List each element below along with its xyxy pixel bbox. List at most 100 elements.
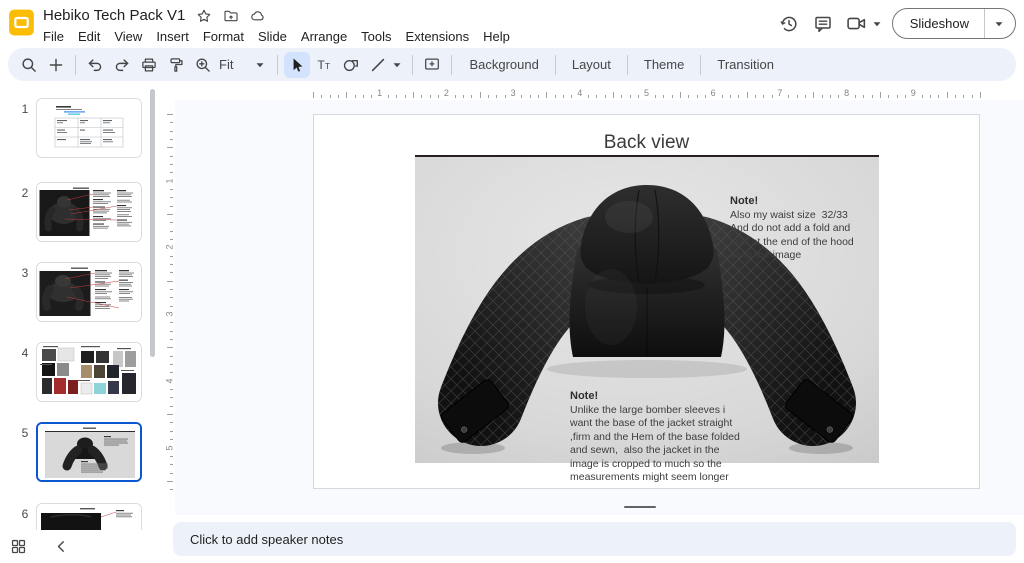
slide-number: 6 bbox=[18, 507, 32, 521]
note-bottom-body: Unlike the large bomber sleeves i want t… bbox=[570, 404, 740, 484]
theme-button[interactable]: Theme bbox=[633, 53, 695, 76]
thumbnail-preview[interactable] bbox=[36, 98, 142, 158]
menu-item-insert[interactable]: Insert bbox=[149, 27, 196, 46]
version-history-icon[interactable] bbox=[774, 9, 804, 39]
thumbnail-preview[interactable] bbox=[36, 503, 142, 530]
horizontal-ruler[interactable]: 123456789 bbox=[160, 85, 1024, 100]
paint-format-icon[interactable] bbox=[163, 52, 189, 78]
ruler-tick bbox=[170, 306, 174, 307]
insert-comment-icon[interactable] bbox=[419, 52, 445, 78]
note-top-textbox[interactable]: Note!Also my waist size 32/33 And do not… bbox=[730, 168, 875, 276]
slide-number: 5 bbox=[18, 426, 32, 440]
star-icon[interactable] bbox=[196, 8, 212, 24]
vertical-ruler[interactable]: 12345 bbox=[160, 100, 175, 515]
menu-item-view[interactable]: View bbox=[107, 27, 149, 46]
thumbnail-preview[interactable] bbox=[36, 422, 142, 482]
menubar: FileEditViewInsertFormatSlideArrangeTool… bbox=[36, 27, 774, 46]
move-to-folder-icon[interactable] bbox=[223, 8, 239, 24]
ruler-tick bbox=[830, 95, 831, 99]
ruler-tick bbox=[170, 431, 174, 432]
slide-thumbnail-1[interactable]: 1 bbox=[0, 98, 160, 164]
menu-item-extensions[interactable]: Extensions bbox=[399, 27, 477, 46]
ruler-tick bbox=[321, 95, 322, 99]
text-box-icon[interactable]: TT bbox=[311, 52, 337, 78]
select-tool-icon[interactable] bbox=[284, 52, 310, 78]
video-camera-icon[interactable] bbox=[842, 9, 872, 39]
slide-thumbnail-2[interactable]: 2 bbox=[0, 182, 160, 248]
line-tool-icon[interactable] bbox=[365, 52, 391, 78]
ruler-tick bbox=[455, 95, 456, 99]
slide-thumbnail-6[interactable]: 6 bbox=[0, 503, 160, 530]
transition-button[interactable]: Transition bbox=[706, 53, 785, 76]
ruler-tick bbox=[170, 189, 174, 190]
menu-item-edit[interactable]: Edit bbox=[71, 27, 107, 46]
ruler-tick bbox=[530, 95, 531, 99]
slide-title[interactable]: Back view bbox=[314, 132, 979, 154]
note-top-heading: Note! bbox=[730, 195, 875, 209]
slide-thumbnail-3[interactable]: 3 bbox=[0, 262, 160, 328]
collapse-filmstrip-icon[interactable] bbox=[53, 538, 70, 555]
ruler-tick bbox=[167, 414, 173, 415]
menu-item-arrange[interactable]: Arrange bbox=[294, 27, 354, 46]
ruler-tick bbox=[905, 95, 906, 99]
ruler-tick bbox=[772, 95, 773, 99]
ruler-mark: 2 bbox=[444, 88, 449, 98]
slide-thumbnail-4[interactable]: 4 bbox=[0, 342, 160, 408]
jacket-back-image[interactable]: Note!Also my waist size 32/33 And do not… bbox=[415, 157, 879, 463]
ruler-tick bbox=[170, 197, 174, 198]
ruler-tick bbox=[363, 95, 364, 99]
notes-resize-handle[interactable] bbox=[624, 506, 656, 508]
ruler-tick bbox=[938, 95, 939, 99]
note-bottom-textbox[interactable]: Note!Unlike the large bomber sleeves i w… bbox=[570, 363, 742, 498]
ruler-tick bbox=[838, 95, 839, 99]
speaker-notes-placeholder[interactable]: Click to add speaker notes bbox=[190, 532, 343, 547]
note-bottom-heading: Note! bbox=[570, 390, 742, 404]
zoom-dropdown-icon[interactable] bbox=[255, 60, 265, 70]
menu-item-format[interactable]: Format bbox=[196, 27, 251, 46]
ruler-tick bbox=[605, 95, 606, 99]
ruler-tick bbox=[170, 464, 174, 465]
undo-icon[interactable] bbox=[82, 52, 108, 78]
slide-thumbnail-5-selected[interactable]: 5 bbox=[0, 422, 160, 488]
slides-logo-icon[interactable] bbox=[8, 9, 35, 36]
comments-icon[interactable] bbox=[808, 9, 838, 39]
ruler-tick bbox=[388, 95, 389, 99]
speaker-notes-bar[interactable]: Click to add speaker notes bbox=[173, 522, 1016, 556]
filmstrip-scrollbar[interactable] bbox=[150, 89, 155, 357]
menu-item-file[interactable]: File bbox=[36, 27, 71, 46]
slideshow-dropdown-icon[interactable] bbox=[985, 9, 1015, 38]
ruler-mark: 6 bbox=[711, 88, 716, 98]
ruler-tick bbox=[167, 347, 173, 348]
slide-editor[interactable]: Back view bbox=[313, 114, 980, 489]
ruler-mark: 9 bbox=[911, 88, 916, 98]
ruler-tick bbox=[471, 95, 472, 99]
camera-dropdown-icon[interactable] bbox=[872, 19, 882, 29]
zoom-select[interactable]: Fit bbox=[217, 57, 271, 72]
ruler-mark: 4 bbox=[577, 88, 582, 98]
layout-button[interactable]: Layout bbox=[561, 53, 622, 76]
search-menus-icon[interactable] bbox=[16, 52, 42, 78]
shape-tool-icon[interactable] bbox=[338, 52, 364, 78]
meet-camera-group[interactable] bbox=[842, 9, 882, 39]
toolbar-divider bbox=[451, 55, 452, 75]
print-icon[interactable] bbox=[136, 52, 162, 78]
menu-item-tools[interactable]: Tools bbox=[354, 27, 398, 46]
new-slide-icon[interactable] bbox=[43, 52, 69, 78]
ruler-tick bbox=[855, 95, 856, 99]
slideshow-button[interactable]: Slideshow bbox=[893, 9, 985, 38]
menu-item-help[interactable]: Help bbox=[476, 27, 517, 46]
ruler-tick bbox=[872, 95, 873, 99]
background-button[interactable]: Background bbox=[458, 53, 549, 76]
redo-icon[interactable] bbox=[109, 52, 135, 78]
ruler-tick bbox=[405, 95, 406, 99]
line-dropdown-icon[interactable] bbox=[392, 60, 402, 70]
document-title[interactable]: Hebiko Tech Pack V1 bbox=[43, 7, 185, 24]
ruler-tick bbox=[170, 172, 174, 173]
thumbnail-preview[interactable] bbox=[36, 182, 142, 242]
cloud-status-icon[interactable] bbox=[250, 8, 266, 24]
menu-item-slide[interactable]: Slide bbox=[251, 27, 294, 46]
thumbnail-preview[interactable] bbox=[36, 342, 142, 402]
zoom-icon[interactable] bbox=[190, 52, 216, 78]
thumbnail-preview[interactable] bbox=[36, 262, 142, 322]
grid-view-icon[interactable] bbox=[10, 538, 27, 555]
